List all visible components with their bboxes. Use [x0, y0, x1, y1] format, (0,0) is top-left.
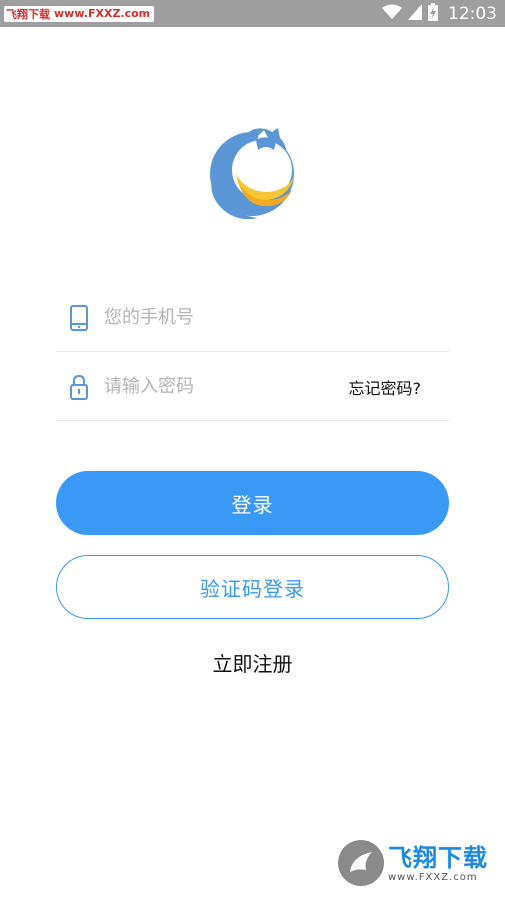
watermark-brand: 飞翔下载	[388, 843, 488, 872]
signal-icon	[408, 3, 422, 24]
register-link[interactable]: 立即注册	[0, 648, 505, 677]
phone-input[interactable]	[104, 297, 449, 338]
watermark-top-site: www.FXXZ.com	[54, 7, 151, 20]
phone-icon	[64, 303, 94, 333]
watermark-top-label: 飞翔下载	[6, 7, 50, 21]
password-field-row: 忘记密码?	[56, 353, 449, 421]
lock-icon	[64, 372, 94, 402]
login-button[interactable]: 登录	[56, 471, 449, 535]
watermark-top: 飞翔下载 www.FXXZ.com	[4, 5, 155, 22]
forgot-password-link[interactable]: 忘记密码?	[349, 375, 422, 399]
app-logo	[206, 124, 298, 220]
password-input[interactable]	[104, 366, 349, 407]
code-login-button[interactable]: 验证码登录	[56, 555, 449, 619]
watermark-url: www.FXXZ.com	[388, 871, 478, 883]
battery-charging-icon	[428, 2, 438, 25]
status-icons: 12:03	[382, 2, 497, 25]
phone-field-row	[56, 284, 449, 352]
wifi-icon	[382, 4, 402, 24]
status-bar: 飞翔下载 www.FXXZ.com 12:03	[0, 0, 505, 27]
watermark-bottom: 飞翔下载 www.FXXZ.com	[338, 836, 498, 890]
watermark-logo-icon	[338, 840, 384, 886]
status-time: 12:03	[448, 3, 497, 24]
watermark-text: 飞翔下载 www.FXXZ.com	[388, 844, 488, 883]
